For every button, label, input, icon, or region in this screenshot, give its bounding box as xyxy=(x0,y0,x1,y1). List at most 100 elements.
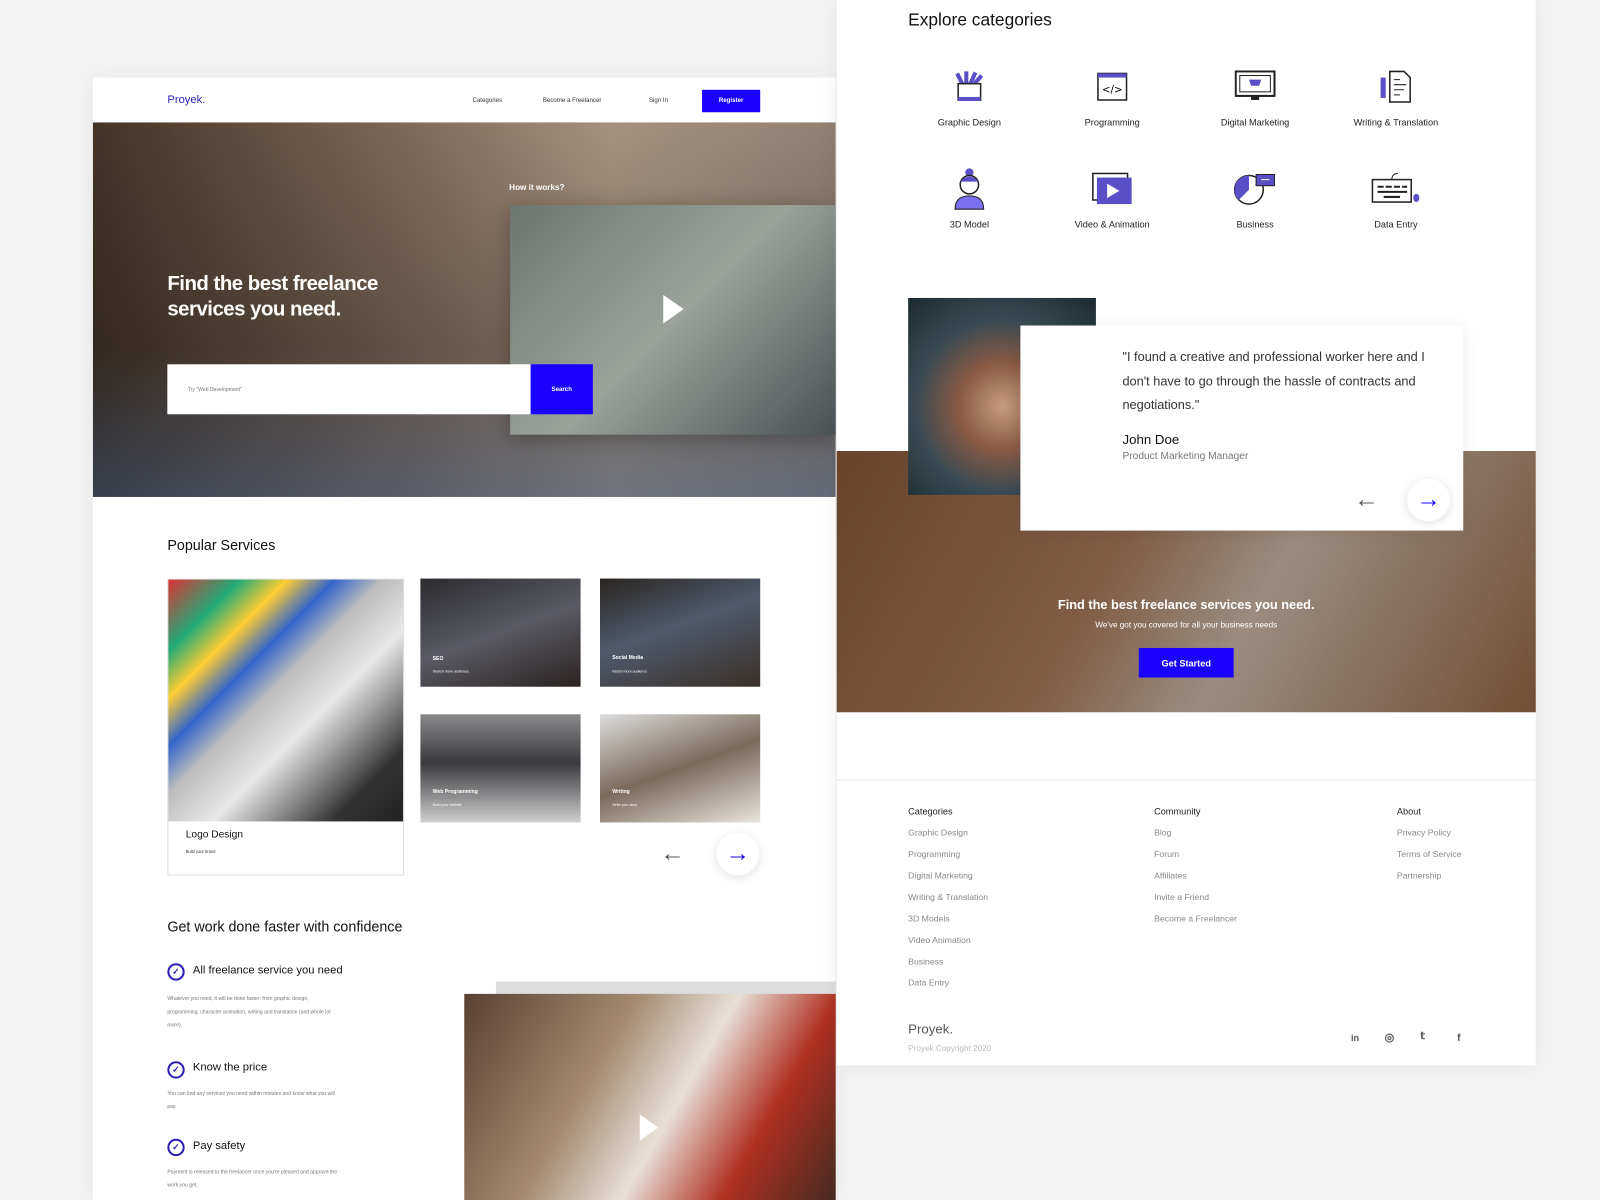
how-it-works-label: How it works? xyxy=(509,182,565,192)
testimonial-name: John Doe xyxy=(1122,431,1180,447)
tile-title: Social Media xyxy=(612,655,644,662)
service-card-subtitle: Build your brand xyxy=(185,848,216,855)
footer-link[interactable]: Programming xyxy=(908,849,960,859)
footer-link[interactable]: Invite a Friend xyxy=(1154,892,1209,902)
category-label: 3D Model xyxy=(949,219,990,230)
footer-heading: Community xyxy=(1154,806,1201,817)
svg-text:</>: </> xyxy=(1102,85,1123,96)
footer-link[interactable]: 3D Models xyxy=(908,913,949,923)
play-icon[interactable] xyxy=(663,294,684,324)
footer-link[interactable]: Blog xyxy=(1154,828,1171,838)
service-tile-social-media[interactable]: Social Media Reach more audience xyxy=(599,578,761,687)
category-video-animation[interactable]: Video & Animation xyxy=(1041,168,1184,230)
category-label: Business xyxy=(1236,219,1274,230)
category-writing-translation[interactable]: Writing & Translation xyxy=(1324,66,1467,128)
tile-title: Writing xyxy=(612,788,630,795)
hero-title: Find the best freelance services you nee… xyxy=(167,272,378,321)
feature-video[interactable] xyxy=(464,993,836,1200)
prev-arrow-icon[interactable]: ← xyxy=(651,833,694,876)
tile-subtitle: Reach more audience xyxy=(612,669,648,674)
service-tile-writing[interactable]: Writing Write your story xyxy=(599,714,761,823)
footer-link[interactable]: Business xyxy=(908,956,943,966)
check-circle-icon: ✓ xyxy=(167,963,185,981)
next-arrow-icon[interactable]: → xyxy=(1407,478,1450,522)
video-play-icon xyxy=(1041,168,1184,209)
category-label: Digital Marketing xyxy=(1220,117,1290,128)
footer-heading: About xyxy=(1396,806,1421,817)
brand-logo[interactable]: Proyek. xyxy=(167,94,205,106)
service-tile-web-programming[interactable]: Web Programming Build your website xyxy=(420,714,581,823)
nav-become-freelancer[interactable]: Become a Freelancer xyxy=(543,98,602,104)
monitor-cart-icon xyxy=(1184,66,1327,107)
footer-link[interactable]: Become a Freelancer xyxy=(1154,913,1237,923)
twitter-icon[interactable]: 𝕥 xyxy=(1420,1031,1425,1042)
check-circle-icon: ✓ xyxy=(167,1061,185,1079)
category-programming[interactable]: </> Programming xyxy=(1041,66,1184,128)
category-label: Writing & Translation xyxy=(1353,117,1439,128)
feature-text: You can find any services you need withi… xyxy=(167,1090,335,1111)
category-label: Graphic Design xyxy=(937,117,1002,128)
landing-page-right: Explore categories Graphic Design </> Prog… xyxy=(836,0,1536,1066)
service-card-logo-design[interactable]: Logo Design Build your brand xyxy=(167,578,405,876)
testimonial-quote: "I found a creative and professional wor… xyxy=(1122,349,1425,413)
search-button[interactable]: Search xyxy=(530,364,593,415)
prev-arrow-icon[interactable]: ← xyxy=(1345,479,1388,522)
categories-title: Explore categories xyxy=(908,10,1052,30)
pencil-cup-icon xyxy=(898,66,1041,107)
next-arrow-icon[interactable]: → xyxy=(716,832,760,876)
category-graphic-design[interactable]: Graphic Design xyxy=(898,66,1041,128)
cta-subtitle: We've got you covered for all your busin… xyxy=(1095,620,1278,630)
linkedin-icon[interactable]: in xyxy=(1351,1033,1359,1043)
feature-title: Know the price xyxy=(192,1061,268,1074)
tile-subtitle: Build your website xyxy=(432,803,462,808)
service-card-title: Logo Design xyxy=(185,829,244,841)
popular-services-title: Popular Services xyxy=(167,536,276,554)
feature-title: All freelance service you need xyxy=(192,964,343,977)
play-icon[interactable] xyxy=(639,1114,659,1141)
footer-link[interactable]: Digital Marketing xyxy=(908,870,973,880)
footer-heading: Categories xyxy=(908,806,953,817)
category-data-entry[interactable]: Data Entry xyxy=(1324,168,1467,230)
feature-text: Whatever you need, it will be done faste… xyxy=(167,995,331,1029)
features-title: Get work done faster with confidence xyxy=(167,918,403,935)
keyboard-icon xyxy=(1324,168,1467,209)
footer-link[interactable]: Data Entry xyxy=(908,978,949,988)
tile-subtitle: Write your story xyxy=(612,803,638,808)
feature-title: Pay safety xyxy=(192,1139,246,1153)
dribbble-icon[interactable]: ◎ xyxy=(1385,1031,1395,1044)
nav-sign-in[interactable]: Sign In xyxy=(649,98,668,104)
testimonial-role: Product Marketing Manager xyxy=(1122,451,1249,463)
landing-page-left: Proyek. Categories Become a Freelancer S… xyxy=(92,77,836,1200)
footer-brand: Proyek. xyxy=(908,1021,954,1037)
footer-link[interactable]: Partnership xyxy=(1397,870,1441,880)
category-label: Video & Animation xyxy=(1074,219,1150,230)
footer-divider xyxy=(836,779,1536,781)
get-started-button[interactable]: Get Started xyxy=(1138,647,1234,678)
pie-chart-icon xyxy=(1184,168,1327,209)
footer-link[interactable]: Video Animation xyxy=(908,935,971,945)
feature-text: Payment is released to the freelancer on… xyxy=(167,1169,338,1189)
testimonial-card: "I found a creative and professional wor… xyxy=(1020,325,1464,531)
category-label: Programming xyxy=(1084,117,1140,128)
category-business[interactable]: Business xyxy=(1184,168,1327,230)
facebook-icon[interactable]: f xyxy=(1457,1033,1460,1044)
tile-title: SEO xyxy=(432,656,444,663)
logo-design-image xyxy=(168,579,404,822)
search-input[interactable] xyxy=(167,364,532,415)
tile-subtitle: Search more audience xyxy=(432,669,469,674)
code-window-icon: </> xyxy=(1041,66,1184,107)
nav-categories[interactable]: Categories xyxy=(472,98,502,104)
footer-link[interactable]: Graphic Design xyxy=(908,828,968,838)
category-3d-model[interactable]: 3D Model xyxy=(898,168,1041,230)
register-button[interactable]: Register xyxy=(702,89,761,113)
cta-title: Find the best freelance services you nee… xyxy=(1057,597,1315,613)
footer-link[interactable]: Forum xyxy=(1154,849,1179,859)
footer-link[interactable]: Terms of Service xyxy=(1397,849,1462,859)
footer-link[interactable]: Privacy Policy xyxy=(1397,828,1451,838)
service-tile-seo[interactable]: SEO Search more audience xyxy=(420,578,581,687)
footer-link[interactable]: Affiliates xyxy=(1154,870,1187,880)
footer-link[interactable]: Writing & Translation xyxy=(908,892,988,902)
check-circle-icon: ✓ xyxy=(167,1138,185,1157)
person-icon xyxy=(898,168,1041,210)
category-digital-marketing[interactable]: Digital Marketing xyxy=(1184,66,1327,128)
